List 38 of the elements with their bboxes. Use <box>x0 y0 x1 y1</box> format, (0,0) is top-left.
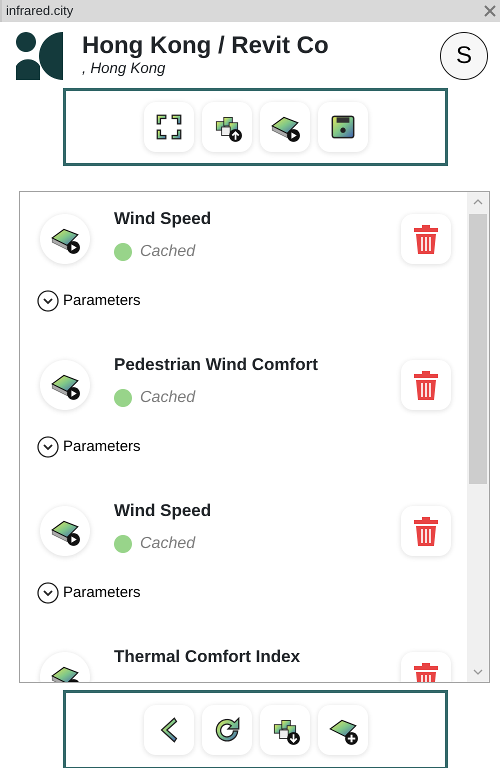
toolbar-button[interactable] <box>202 102 252 152</box>
toolbar-button[interactable] <box>318 102 368 152</box>
parameters-toggle[interactable]: Parameters <box>37 582 141 604</box>
trash-icon <box>413 370 439 400</box>
logo-icon <box>16 32 66 80</box>
delete-button[interactable] <box>401 506 451 556</box>
toolbar-button[interactable] <box>144 705 194 755</box>
analysis-name: Thermal Comfort Index <box>114 646 302 668</box>
project-title: Hong Kong / Revit Co <box>82 32 330 60</box>
chevron-down-icon <box>37 436 59 458</box>
close-icon[interactable] <box>484 5 496 17</box>
analysis-icon-button[interactable] <box>40 214 90 264</box>
toolbar-button[interactable] <box>144 102 194 152</box>
scrollbar-thumb[interactable] <box>469 214 487 484</box>
toolbar-button[interactable] <box>202 705 252 755</box>
trash-icon <box>413 516 439 546</box>
analysis-icon-button[interactable] <box>40 506 90 556</box>
scrollbar[interactable] <box>467 192 489 682</box>
chevron-down-icon <box>37 290 59 312</box>
analysis-name: Pedestrian Wind Comfort <box>114 354 319 376</box>
toolbar-button[interactable] <box>260 102 310 152</box>
toolbar-button[interactable] <box>260 705 310 755</box>
delete-button[interactable] <box>401 360 451 410</box>
window-title: infrared.city <box>6 2 74 20</box>
analysis-name: Wind Speed <box>114 208 212 230</box>
chevron-down-icon <box>37 582 59 604</box>
analysis-icon-button[interactable] <box>40 360 90 410</box>
status-text: Cached <box>140 534 196 554</box>
parameters-toggle[interactable]: Parameters <box>37 436 141 458</box>
status-text: Cached <box>140 242 196 262</box>
trash-icon <box>413 224 439 254</box>
delete-button[interactable] <box>401 214 451 264</box>
status-text: Cached <box>140 388 196 408</box>
project-location: , Hong Kong <box>82 60 166 78</box>
parameters-toggle[interactable]: Parameters <box>37 290 141 312</box>
analysis-name: Wind Speed <box>114 500 212 522</box>
toolbar-button[interactable] <box>318 705 368 755</box>
user-avatar[interactable]: S <box>440 32 488 80</box>
